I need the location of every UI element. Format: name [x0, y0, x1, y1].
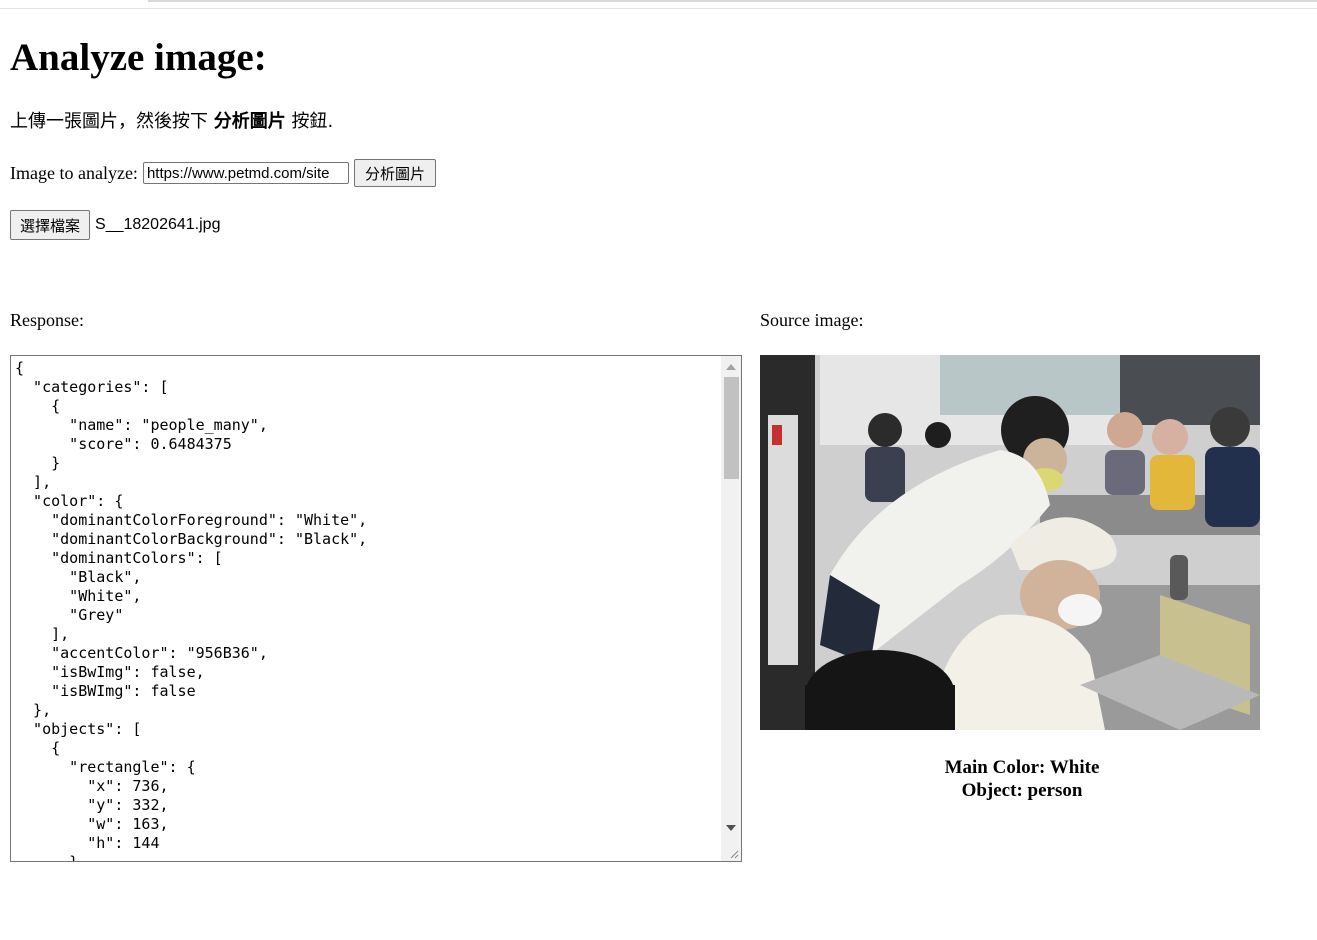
url-row: Image to analyze: 分析圖片	[10, 159, 436, 187]
file-name: S__18202641.jpg	[95, 216, 221, 233]
object-result: Object: person	[961, 780, 1083, 801]
scroll-down-arrow-icon[interactable]	[726, 825, 736, 831]
scroll-thumb[interactable]	[724, 377, 739, 479]
page-title: Analyze image:	[10, 36, 267, 79]
response-json-text: { "categories": [ { "name": "people_many…	[15, 359, 368, 862]
instruction-suffix: 按鈕.	[285, 111, 334, 132]
file-row: 選擇檔案 S__18202641.jpg	[10, 210, 220, 240]
choose-file-button[interactable]: 選擇檔案	[10, 210, 91, 240]
source-image	[760, 355, 1260, 730]
analysis-caption: Main Color: White Object: person	[760, 756, 1284, 802]
main-color-result: Main Color: White	[944, 757, 1100, 778]
source-image-label: Source image:	[760, 310, 864, 330]
response-scrollbar[interactable]	[721, 356, 741, 861]
analyze-button[interactable]: 分析圖片	[353, 159, 436, 187]
image-url-label: Image to analyze:	[10, 162, 138, 183]
scroll-up-arrow-icon[interactable]	[726, 364, 736, 370]
response-label: Response:	[10, 310, 84, 330]
browser-top-edge	[0, 0, 1317, 9]
response-textarea[interactable]: { "categories": [ { "name": "people_many…	[10, 355, 742, 862]
image-url-input[interactable]	[142, 162, 349, 184]
resize-grip-icon[interactable]	[729, 849, 739, 859]
instruction-text: 上傳一張圖片，然後按下 分析圖片 按鈕.	[10, 110, 333, 134]
instruction-bold: 分析圖片	[213, 111, 286, 132]
instruction-prefix: 上傳一張圖片，然後按下	[10, 111, 214, 132]
